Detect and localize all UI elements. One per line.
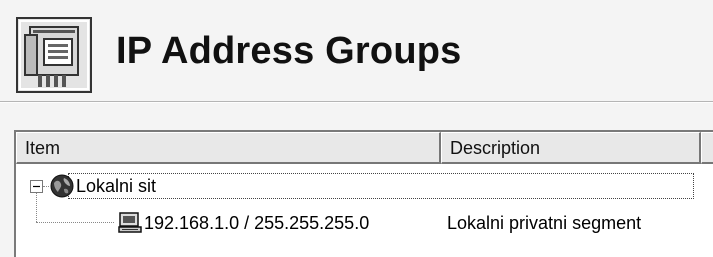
collapse-toggle-icon[interactable] [30, 180, 43, 193]
column-header-item[interactable]: Item [16, 132, 441, 164]
page-title: IP Address Groups [116, 30, 462, 72]
header-divider-highlight [0, 102, 713, 103]
computer-icon [118, 212, 142, 233]
page-header: IP Address Groups [0, 0, 713, 96]
network-card-icon [16, 17, 92, 93]
globe-icon [50, 174, 74, 198]
tree-line-expander-stub [43, 186, 49, 187]
column-header-row: Item Description [16, 132, 713, 164]
tree-item-label[interactable]: 192.168.1.0 / 255.255.255.0 [144, 209, 369, 237]
tree-item-description: Lokalni privatni segment [447, 213, 642, 233]
focus-rectangle [68, 173, 694, 199]
column-header-extra[interactable] [701, 132, 713, 164]
column-header-description[interactable]: Description [441, 132, 701, 164]
tree-item-label[interactable]: Lokalni sit [76, 172, 156, 200]
ip-group-list[interactable]: Item Description Lokalni sit 192.168.1.0… [14, 130, 713, 257]
